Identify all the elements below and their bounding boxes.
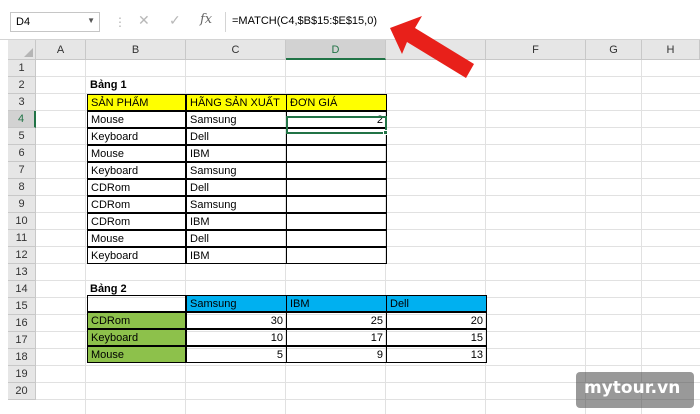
name-box-value: D4 [16, 16, 31, 28]
table1-product-cell[interactable]: CDRom [87, 213, 186, 230]
active-cell-outline [286, 116, 387, 134]
drag-handle-icon[interactable]: ⋮ [114, 15, 126, 29]
row-header-5[interactable]: 5 [8, 128, 36, 145]
gridline [585, 60, 586, 414]
close-icon[interactable]: ✕ [138, 12, 150, 29]
gridline [85, 60, 86, 414]
table1-product-cell[interactable]: Mouse [87, 111, 186, 128]
row-header-10[interactable]: 10 [8, 213, 36, 230]
table2-value-cell[interactable]: 13 [386, 346, 487, 363]
table2-header[interactable] [87, 295, 186, 312]
watermark-text: mytour.vn [584, 378, 681, 398]
table1-header[interactable]: ĐƠN GIÁ [286, 94, 387, 111]
table2-header[interactable]: IBM [286, 295, 387, 312]
table2-value-cell[interactable]: 10 [186, 329, 287, 346]
table1-maker-cell[interactable]: Dell [186, 179, 287, 196]
table1-header[interactable]: HÃNG SẢN XUẤT [186, 94, 287, 111]
column-header-c[interactable]: C [186, 40, 286, 60]
row-header-6[interactable]: 6 [8, 145, 36, 162]
row-header-7[interactable]: 7 [8, 162, 36, 179]
table2-header[interactable]: Dell [386, 295, 487, 312]
table2-header[interactable]: Samsung [186, 295, 287, 312]
row-header-9[interactable]: 9 [8, 196, 36, 213]
row-header-17[interactable]: 17 [8, 332, 36, 349]
table1-maker-cell[interactable]: Samsung [186, 111, 287, 128]
column-header-g[interactable]: G [586, 40, 642, 60]
table2-product-cell[interactable]: CDRom [87, 312, 186, 329]
table2-value-cell[interactable]: 5 [186, 346, 287, 363]
table2-value-cell[interactable]: 17 [286, 329, 387, 346]
formula-bar: D4 ▼ ⋮ ✕ ✓ fx =MATCH(C4,$B$15:$E$15,0) [0, 0, 700, 40]
table1-maker-cell[interactable]: IBM [186, 247, 287, 264]
table1-product-cell[interactable]: Mouse [87, 145, 186, 162]
table1-price-cell[interactable] [286, 213, 387, 230]
gridline [641, 60, 642, 414]
watermark: mytour.vn [576, 372, 694, 408]
row-header-16[interactable]: 16 [8, 315, 36, 332]
table2-value-cell[interactable]: 20 [386, 312, 487, 329]
table2-value-cell[interactable]: 25 [286, 312, 387, 329]
table2-value-cell[interactable]: 9 [286, 346, 387, 363]
column-header-a[interactable]: A [36, 40, 86, 60]
column-header-d[interactable]: D [286, 40, 386, 60]
row-header-8[interactable]: 8 [8, 179, 36, 196]
table1-maker-cell[interactable]: Dell [186, 230, 287, 247]
table2-value-cell[interactable]: 30 [186, 312, 287, 329]
red-arrow [390, 16, 474, 78]
row-header-14[interactable]: 14 [8, 281, 36, 298]
chevron-down-icon[interactable]: ▼ [87, 16, 95, 25]
table1-price-cell[interactable] [286, 162, 387, 179]
table1-maker-cell[interactable]: Samsung [186, 162, 287, 179]
table1-price-cell[interactable] [286, 145, 387, 162]
table1-price-cell[interactable] [286, 196, 387, 213]
table1-price-cell[interactable] [286, 179, 387, 196]
row-header-11[interactable]: 11 [8, 230, 36, 247]
column-header-f[interactable]: F [486, 40, 586, 60]
table1-price-cell[interactable] [286, 230, 387, 247]
table2-product-cell[interactable]: Mouse [87, 346, 186, 363]
table1-product-cell[interactable]: Keyboard [87, 247, 186, 264]
table1-maker-cell[interactable]: IBM [186, 145, 287, 162]
worksheet-grid[interactable]: ABCDEFGH 1234567891011121314151617181920… [0, 40, 700, 414]
formula-text: =MATCH(C4,$B$15:$E$15,0) [232, 15, 378, 27]
table2-value-cell[interactable]: 15 [386, 329, 487, 346]
row-header-4[interactable]: 4 [8, 111, 36, 128]
table1-header[interactable]: SẢN PHẨM [87, 94, 186, 111]
table1-title[interactable]: Bảng 1 [87, 77, 187, 94]
fill-handle[interactable] [383, 130, 388, 135]
row-header-1[interactable]: 1 [8, 60, 36, 77]
select-all-corner[interactable] [8, 40, 36, 60]
table1-product-cell[interactable]: CDRom [87, 196, 186, 213]
fx-icon[interactable]: fx [200, 12, 212, 27]
row-header-19[interactable]: 19 [8, 366, 36, 383]
table1-product-cell[interactable]: Keyboard [87, 128, 186, 145]
table1-product-cell[interactable]: Mouse [87, 230, 186, 247]
row-header-15[interactable]: 15 [8, 298, 36, 315]
row-header-12[interactable]: 12 [8, 247, 36, 264]
row-header-13[interactable]: 13 [8, 264, 36, 281]
table1-price-cell[interactable] [286, 247, 387, 264]
table1-maker-cell[interactable]: IBM [186, 213, 287, 230]
check-icon[interactable]: ✓ [169, 12, 181, 29]
table1-maker-cell[interactable]: Dell [186, 128, 287, 145]
row-header-18[interactable]: 18 [8, 349, 36, 366]
gridline [36, 365, 700, 366]
table2-product-cell[interactable]: Keyboard [87, 329, 186, 346]
row-header-3[interactable]: 3 [8, 94, 36, 111]
table1-product-cell[interactable]: CDRom [87, 179, 186, 196]
table1-maker-cell[interactable]: Samsung [186, 196, 287, 213]
column-header-h[interactable]: H [642, 40, 700, 60]
row-header-20[interactable]: 20 [8, 383, 36, 400]
column-header-b[interactable]: B [86, 40, 186, 60]
table1-product-cell[interactable]: Keyboard [87, 162, 186, 179]
name-box[interactable]: D4 ▼ [10, 12, 100, 32]
row-header-2[interactable]: 2 [8, 77, 36, 94]
